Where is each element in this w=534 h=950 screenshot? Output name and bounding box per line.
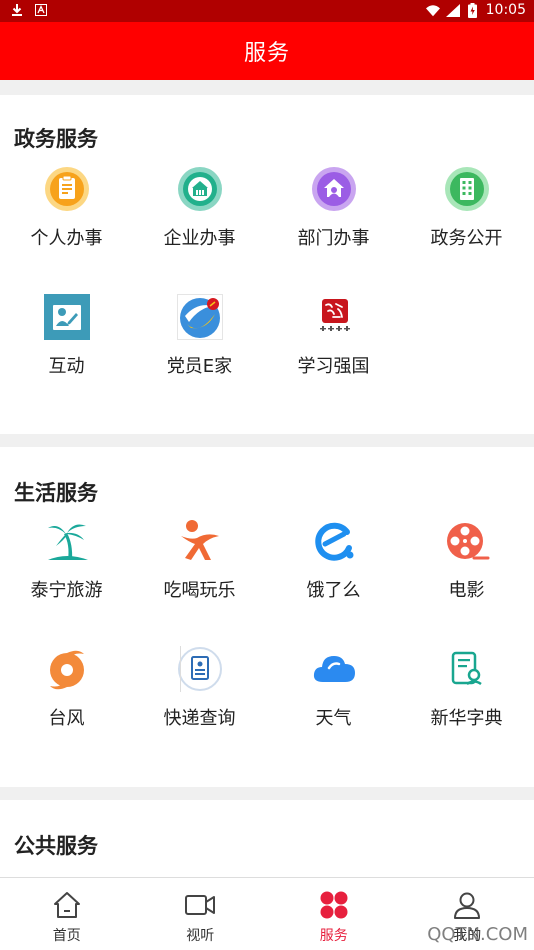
wifi-icon: [425, 3, 440, 17]
service-item-label: 部门办事: [297, 228, 370, 249]
nav-label: 首页: [52, 928, 81, 944]
watermark: QQTN.COM: [427, 924, 528, 945]
service-item-government-disclosure[interactable]: 政务公开: [400, 165, 533, 275]
service-item-interaction[interactable]: 互动: [0, 293, 133, 403]
service-item-label: 吃喝玩乐: [163, 580, 236, 601]
nav-video[interactable]: 视听: [134, 878, 268, 950]
life-services-section: 生活服务 泰宁旅游 吃喝玩乐 饿了么 电影 台风 快递查询 天气 新华字典: [0, 447, 534, 787]
service-item-xinhua-dictionary[interactable]: 新华字典: [400, 645, 533, 755]
service-item-department-affairs[interactable]: 部门办事: [267, 165, 400, 275]
service-item-label: 新华字典: [430, 708, 503, 729]
app-header: 服务: [0, 22, 534, 80]
cloud-icon: [310, 645, 358, 693]
service-item-party-member-home[interactable]: 党员E家: [133, 293, 266, 403]
eleme-icon: [310, 517, 358, 565]
service-item-express-tracking[interactable]: 快递查询: [133, 645, 266, 755]
nav-label: 视听: [186, 928, 215, 944]
service-item-label: 学习强国: [297, 356, 370, 377]
section-title: 公共服务: [14, 834, 98, 858]
service-item-eleme[interactable]: 饿了么: [267, 517, 400, 627]
service-item-label: 快递查询: [163, 708, 236, 729]
battery-charging-icon: [466, 2, 480, 18]
service-item-xuexi-qiangguo[interactable]: 学习强国: [267, 293, 400, 403]
service-item-label: 泰宁旅游: [30, 580, 103, 601]
xuexi-qiangguo-icon: [310, 293, 358, 341]
film-reel-icon: [443, 517, 491, 565]
section-title: 生活服务: [14, 481, 98, 505]
interaction-icon: [43, 293, 91, 341]
download-icon: [10, 3, 24, 17]
service-item-label: 台风: [48, 708, 85, 729]
user-icon: [450, 888, 484, 922]
service-item-typhoon[interactable]: 台风: [0, 645, 133, 755]
service-item-label: 企业办事: [163, 228, 236, 249]
typhoon-icon: [43, 645, 91, 693]
personal-affairs-icon: [43, 165, 91, 213]
service-item-tourism[interactable]: 泰宁旅游: [0, 517, 133, 627]
service-item-eat-drink-play[interactable]: 吃喝玩乐: [133, 517, 266, 627]
status-bar: 10:05: [0, 0, 534, 22]
public-services-section: 公共服务: [0, 800, 534, 877]
dancing-person-icon: [176, 517, 224, 565]
service-item-label: 党员E家: [166, 356, 233, 377]
service-item-label: 天气: [315, 708, 352, 729]
status-time: 10:05: [485, 2, 526, 18]
service-item-label: 电影: [448, 580, 485, 601]
parcel-document-icon: [176, 645, 224, 693]
service-item-label: 个人办事: [30, 228, 103, 249]
service-item-enterprise-affairs[interactable]: 企业办事: [133, 165, 266, 275]
dictionary-icon: [443, 645, 491, 693]
page-title: 服务: [243, 41, 290, 66]
enterprise-affairs-icon: [176, 165, 224, 213]
section-title: 政务服务: [14, 127, 98, 151]
department-affairs-icon: [310, 165, 358, 213]
party-member-home-icon: [176, 293, 224, 341]
app-notification-icon: [34, 3, 48, 17]
nav-services[interactable]: 服务: [267, 878, 401, 950]
service-item-label: 政务公开: [430, 228, 503, 249]
services-grid-icon: [317, 888, 351, 922]
signal-icon: [445, 3, 460, 17]
government-services-section: 政务服务 个人办事 企业办事 部门办事 政务公开 互动 党员E家 学习强国: [0, 95, 534, 434]
service-item-movie[interactable]: 电影: [400, 517, 533, 627]
service-item-personal-affairs[interactable]: 个人办事: [0, 165, 133, 275]
service-item-label: 互动: [48, 356, 85, 377]
service-item-label: 饿了么: [306, 580, 361, 601]
home-icon: [50, 888, 84, 922]
government-disclosure-icon: [443, 165, 491, 213]
service-item-weather[interactable]: 天气: [267, 645, 400, 755]
nav-home[interactable]: 首页: [0, 878, 134, 950]
nav-label: 服务: [319, 928, 348, 944]
video-camera-icon: [183, 888, 217, 922]
palm-tree-icon: [43, 517, 91, 565]
